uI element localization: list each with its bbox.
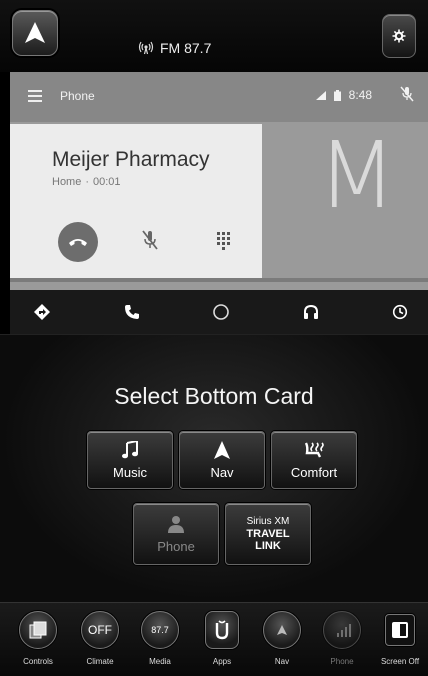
nav-dock-label: Nav: [274, 657, 290, 666]
active-call-card: Meijer Pharmacy Home · 00:01: [10, 124, 262, 278]
cellular-signal-icon: [315, 90, 326, 100]
comfort-card-button[interactable]: Comfort: [271, 431, 357, 489]
nav-dock-button[interactable]: [263, 611, 301, 649]
menu-icon[interactable]: [28, 90, 42, 102]
comfort-card-label: Comfort: [290, 464, 338, 480]
dock-nav[interactable]: Nav: [254, 611, 310, 675]
home-circle-icon: [213, 304, 229, 320]
top-bar: FM 87.7: [0, 0, 428, 72]
dock-screen-off[interactable]: Screen Off: [372, 611, 428, 675]
sirius-card-line-1: Sirius XM: [246, 516, 290, 527]
hang-up-icon: [69, 239, 87, 246]
nav-button-phone[interactable]: [118, 298, 146, 326]
mic-off-icon[interactable]: [400, 86, 414, 102]
nav-button-navigation[interactable]: [28, 298, 56, 326]
contact-avatar-letter: M: [317, 122, 397, 229]
radio-signal-icon: [138, 41, 154, 55]
music-card-label: Music: [113, 464, 147, 480]
navigation-arrow-icon: [214, 440, 230, 459]
dock-climate[interactable]: OFF Climate: [72, 611, 128, 675]
clock: 8:48: [348, 88, 372, 102]
apps-button[interactable]: [205, 611, 239, 649]
navigation-home-button[interactable]: [12, 10, 58, 56]
dock-controls[interactable]: Controls: [10, 611, 66, 675]
siriusxm-travel-link-card-button[interactable]: Sirius XM TRAVEL LINK: [225, 503, 311, 565]
sirius-card-line-2: TRAVEL: [246, 528, 290, 540]
android-auto-screen: Phone 8:48 Meijer Pharmacy Home · 00:01: [10, 72, 428, 290]
nav-card-label: Nav: [210, 464, 234, 480]
call-duration: 00:01: [93, 176, 121, 188]
phone-signal-icon: [337, 624, 351, 637]
app-title: Phone: [60, 89, 95, 103]
music-note-icon: [122, 440, 138, 458]
phone-card-button[interactable]: Phone: [133, 503, 219, 565]
headphones-icon: [303, 304, 318, 319]
climate-label: Climate: [86, 657, 114, 666]
climate-button[interactable]: OFF: [81, 611, 119, 649]
number-type: Home: [52, 176, 82, 188]
phone-card-label: Phone: [157, 538, 195, 554]
end-call-button[interactable]: [58, 222, 98, 262]
contact-name: Meijer Pharmacy: [52, 148, 210, 171]
status-bar: 8:48: [315, 88, 372, 102]
settings-icon: [392, 29, 406, 43]
media-label: Media: [149, 657, 171, 666]
separator: ·: [85, 176, 90, 188]
controls-button[interactable]: [19, 611, 57, 649]
dock-media[interactable]: 87.7 Media: [132, 611, 188, 675]
recents-icon: [392, 304, 408, 320]
call-details: Home · 00:01: [52, 176, 121, 188]
controls-label: Controls: [23, 657, 53, 666]
media-button[interactable]: 87.7: [141, 611, 179, 649]
apps-label: Apps: [212, 657, 232, 666]
app-header: Phone 8:48: [10, 72, 428, 122]
music-card-button[interactable]: Music: [87, 431, 173, 489]
bottom-dock: Controls OFF Climate 87.7 Media Apps Nav: [0, 602, 428, 676]
screen-off-icon: [392, 622, 408, 638]
controls-icon: [29, 621, 47, 639]
nav-button-recents[interactable]: [386, 298, 414, 326]
mic-off-icon: [142, 230, 158, 250]
person-icon: [168, 515, 184, 533]
phone-dock-button[interactable]: [323, 611, 361, 649]
nav-card-button[interactable]: Nav: [179, 431, 265, 489]
screen-off-button[interactable]: [385, 614, 415, 646]
settings-button[interactable]: [382, 14, 416, 58]
seat-comfort-icon: [304, 441, 324, 458]
navigation-arrow-icon: [277, 625, 287, 635]
radio-station-label: FM 87.7: [160, 40, 212, 56]
phone-icon: [124, 305, 139, 319]
uconnect-apps-icon: [215, 620, 229, 640]
dock-apps[interactable]: Apps: [194, 611, 250, 675]
selector-title: Select Bottom Card: [114, 383, 314, 409]
bottom-card-selector: Select Bottom Card Music Nav Comfort Pho…: [0, 334, 428, 602]
radio-status[interactable]: FM 87.7: [138, 40, 211, 56]
android-auto-nav-bar: [10, 290, 428, 334]
dialpad-icon[interactable]: [217, 232, 230, 250]
nav-button-audio[interactable]: [297, 298, 325, 326]
nav-button-home[interactable]: [207, 298, 235, 326]
battery-icon: [333, 89, 341, 101]
dock-phone[interactable]: Phone: [314, 611, 370, 675]
sirius-card-line-3: LINK: [255, 540, 281, 552]
navigation-icon: [34, 304, 50, 320]
mute-button[interactable]: [142, 230, 158, 255]
phone-dock-label: Phone: [330, 657, 354, 666]
navigation-arrow-icon: [25, 22, 45, 43]
panel-divider: [10, 278, 428, 282]
screen-off-label: Screen Off: [380, 657, 420, 666]
